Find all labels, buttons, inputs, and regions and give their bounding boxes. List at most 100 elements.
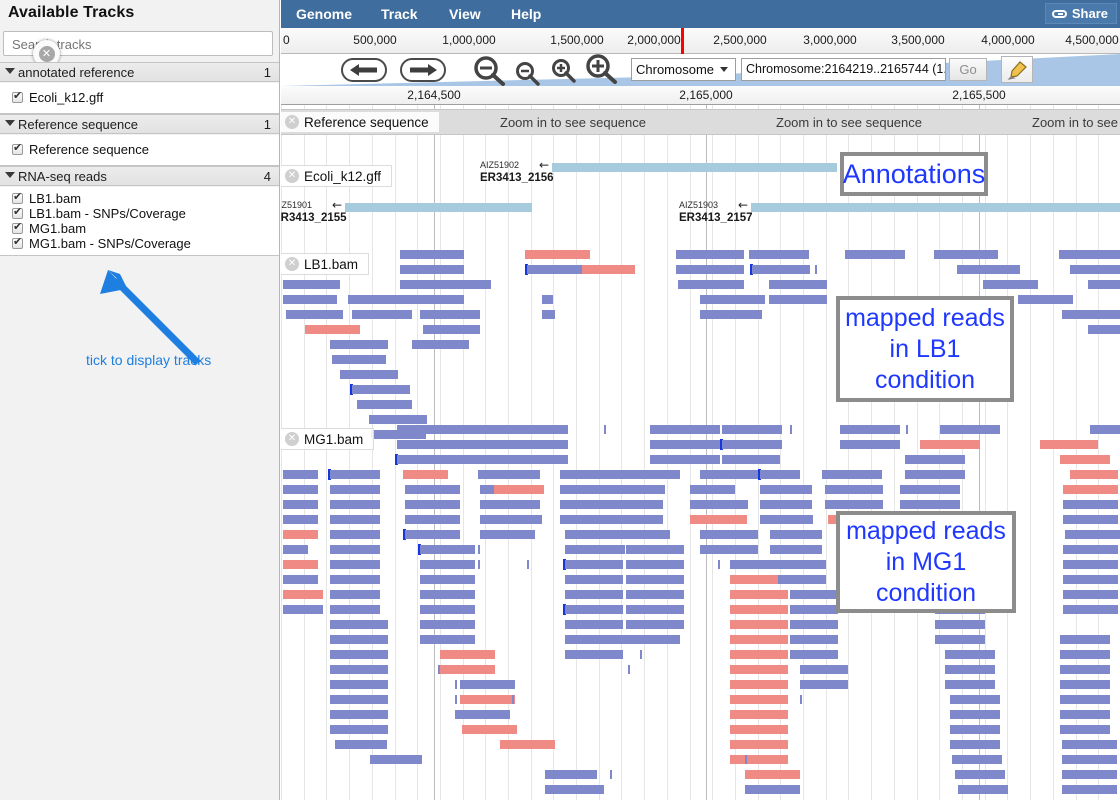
aligned-read[interactable] <box>1065 530 1120 539</box>
aligned-read[interactable] <box>1062 755 1117 764</box>
share-button[interactable]: Share <box>1044 3 1117 24</box>
aligned-read[interactable] <box>1059 250 1120 259</box>
aligned-read[interactable] <box>283 545 308 554</box>
aligned-read[interactable] <box>950 740 1000 749</box>
aligned-read[interactable] <box>400 295 464 304</box>
aligned-read[interactable] <box>730 650 788 659</box>
aligned-read[interactable] <box>1063 500 1118 509</box>
aligned-read[interactable] <box>935 635 985 644</box>
aligned-read[interactable] <box>945 665 995 674</box>
aligned-read[interactable] <box>935 620 985 629</box>
aligned-read[interactable] <box>730 665 788 674</box>
aligned-read[interactable] <box>605 485 665 494</box>
aligned-read[interactable] <box>700 295 765 304</box>
aligned-read[interactable] <box>1090 425 1120 434</box>
aligned-read[interactable] <box>565 635 623 644</box>
aligned-read[interactable] <box>845 250 905 259</box>
track-checkbox[interactable] <box>12 141 23 155</box>
aligned-read[interactable] <box>330 515 380 524</box>
aligned-read[interactable] <box>1060 710 1110 719</box>
menu-item-genome[interactable]: Genome <box>290 4 358 24</box>
aligned-read[interactable] <box>1062 785 1117 794</box>
aligned-read[interactable] <box>730 635 788 644</box>
aligned-read[interactable] <box>460 680 515 689</box>
aligned-read[interactable] <box>1040 440 1098 449</box>
aligned-read[interactable] <box>700 310 762 319</box>
aligned-read[interactable] <box>1062 770 1117 779</box>
aligned-read[interactable] <box>678 280 744 289</box>
aligned-read[interactable] <box>565 530 625 539</box>
aligned-read[interactable] <box>552 785 604 794</box>
aligned-read[interactable] <box>452 425 512 434</box>
aligned-read[interactable] <box>760 500 812 509</box>
aligned-read[interactable] <box>283 280 340 289</box>
aligned-read[interactable] <box>397 440 457 449</box>
annotation-feature-bar[interactable] <box>751 203 1120 212</box>
aligned-read[interactable] <box>464 280 491 289</box>
aligned-read[interactable] <box>330 340 388 349</box>
aligned-read[interactable] <box>330 695 388 704</box>
aligned-read[interactable] <box>1063 485 1118 494</box>
aligned-read[interactable] <box>730 605 788 614</box>
aligned-read[interactable] <box>405 485 460 494</box>
aligned-read[interactable] <box>722 440 782 449</box>
aligned-read[interactable] <box>1063 545 1118 554</box>
detail-ruler[interactable]: 2,164,500 2,165,000 2,165,500 <box>281 86 1120 105</box>
aligned-read[interactable] <box>626 620 684 629</box>
aligned-read[interactable] <box>840 425 900 434</box>
aligned-read[interactable] <box>565 575 623 584</box>
aligned-read[interactable] <box>769 295 827 304</box>
aligned-read[interactable] <box>1088 280 1120 289</box>
aligned-read[interactable] <box>950 725 1000 734</box>
aligned-read[interactable] <box>440 665 495 674</box>
aligned-read[interactable] <box>1063 590 1118 599</box>
aligned-read[interactable] <box>330 470 380 479</box>
zoom-out-small-icon[interactable] <box>515 62 541 86</box>
aligned-read[interactable] <box>283 295 337 304</box>
track-category-header[interactable]: RNA-seq reads 4 <box>0 166 279 186</box>
aligned-read[interactable] <box>1060 650 1110 659</box>
aligned-read[interactable] <box>958 785 1008 794</box>
aligned-read[interactable] <box>565 605 623 614</box>
aligned-read[interactable] <box>825 485 883 494</box>
aligned-read[interactable] <box>1018 295 1073 304</box>
aligned-read[interactable] <box>626 545 684 554</box>
aligned-read[interactable] <box>490 485 492 494</box>
aligned-read[interactable] <box>730 680 788 689</box>
aligned-read[interactable] <box>905 470 965 479</box>
highlight-button[interactable] <box>1001 56 1033 83</box>
aligned-read[interactable] <box>455 680 457 689</box>
aligned-read[interactable] <box>330 725 388 734</box>
aligned-read[interactable] <box>700 470 760 479</box>
zoom-in-small-icon[interactable] <box>551 59 577 83</box>
aligned-read[interactable] <box>822 470 882 479</box>
aligned-read[interactable] <box>955 770 1005 779</box>
track-checkbox[interactable] <box>12 235 23 249</box>
aligned-read[interactable] <box>905 455 965 464</box>
aligned-read[interactable] <box>745 770 800 779</box>
track-checkbox[interactable] <box>12 190 23 204</box>
location-input[interactable]: Chromosome:2164219..2165744 (1.53 Kb) <box>741 58 946 81</box>
track-checkbox[interactable] <box>12 205 23 219</box>
track-checkbox-row[interactable]: Reference sequence <box>0 141 279 158</box>
aligned-read[interactable] <box>1060 725 1110 734</box>
aligned-read[interactable] <box>283 575 318 584</box>
aligned-read[interactable] <box>650 440 720 449</box>
aligned-read[interactable] <box>1060 695 1110 704</box>
aligned-read[interactable] <box>626 605 684 614</box>
aligned-read[interactable] <box>906 425 908 434</box>
aligned-read[interactable] <box>626 590 684 599</box>
aligned-read[interactable] <box>608 515 663 524</box>
overview-ruler[interactable]: 0 500,000 1,000,000 1,500,000 2,000,000 2,500… <box>281 28 1120 54</box>
aligned-read[interactable] <box>283 485 318 494</box>
aligned-read[interactable] <box>790 605 838 614</box>
aligned-read[interactable] <box>330 665 388 674</box>
aligned-read[interactable] <box>815 265 817 274</box>
aligned-read[interactable] <box>730 740 788 749</box>
track-checkbox-row[interactable]: MG1.bam <box>0 220 279 236</box>
aligned-read[interactable] <box>690 485 735 494</box>
aligned-read[interactable] <box>800 680 848 689</box>
aligned-read[interactable] <box>330 560 380 569</box>
aligned-read[interactable] <box>405 530 460 539</box>
aligned-read[interactable] <box>1062 740 1117 749</box>
